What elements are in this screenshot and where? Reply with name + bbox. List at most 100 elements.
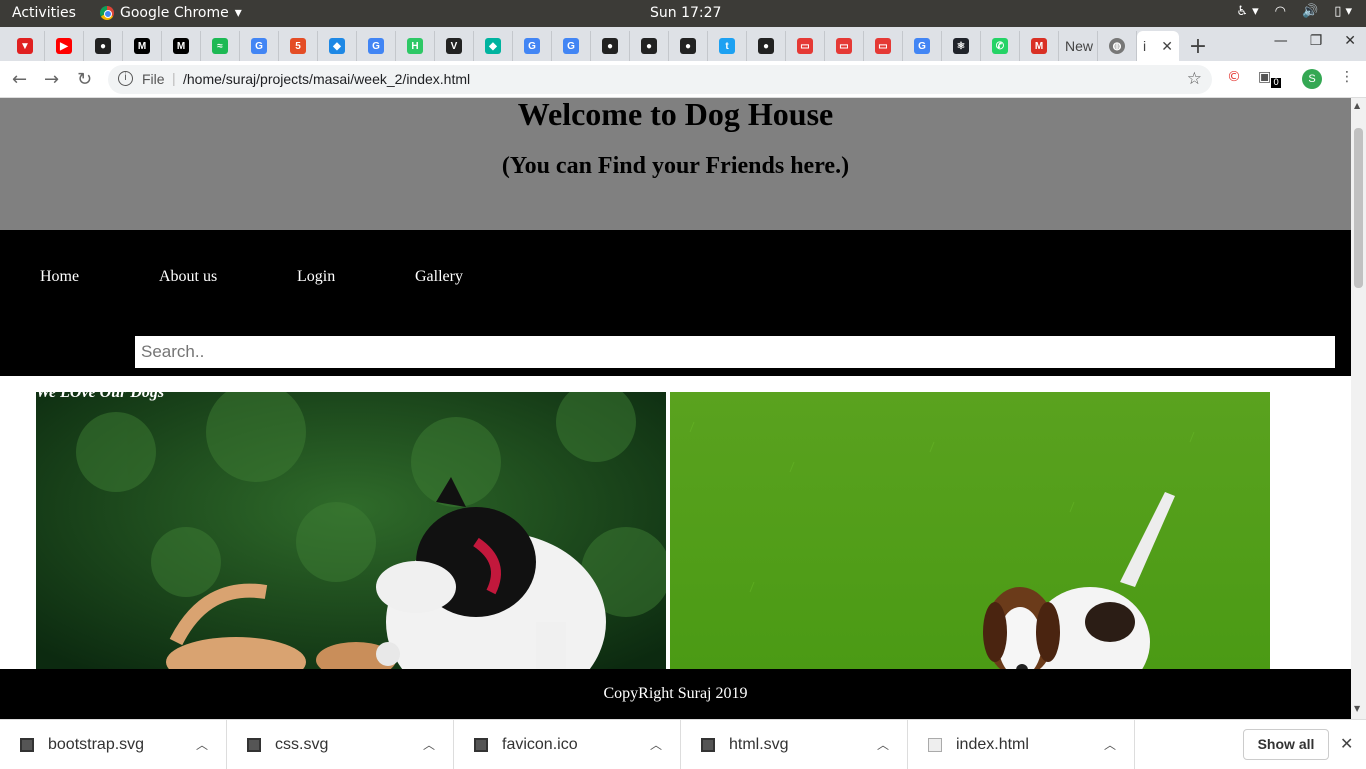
- active-tab-label: i: [1143, 38, 1147, 54]
- address-bar[interactable]: i File | /home/suraj/projects/masai/week…: [108, 65, 1212, 94]
- nav-about-us[interactable]: About us: [159, 268, 297, 286]
- forward-arrow-icon[interactable]: →: [44, 69, 59, 90]
- browser-tab[interactable]: H: [396, 31, 435, 61]
- github-icon: ●: [602, 38, 618, 54]
- menu-kebab-icon[interactable]: ⋮: [1340, 69, 1354, 85]
- nav-home[interactable]: Home: [40, 268, 159, 286]
- back-arrow-icon[interactable]: ←: [12, 69, 27, 90]
- url-text[interactable]: /home/suraj/projects/masai/week_2/index.…: [183, 71, 470, 87]
- dog-photo-1-image: [36, 392, 666, 682]
- page-scrollbar[interactable]: ▲ ▼: [1351, 98, 1366, 719]
- grammarly-icon[interactable]: ©: [1227, 69, 1241, 85]
- browser-tab[interactable]: ◆: [474, 31, 513, 61]
- browser-tab[interactable]: 5: [279, 31, 318, 61]
- close-icon[interactable]: ✕: [1344, 33, 1356, 49]
- new-tab-button[interactable]: +: [1179, 31, 1217, 61]
- system-tray[interactable]: ♿ ▾ ◠ 🔊 ▯ ▾: [1236, 4, 1352, 19]
- scroll-up-icon[interactable]: ▲: [1354, 101, 1360, 110]
- youtube-icon: ▶: [56, 38, 72, 54]
- browser-tab[interactable]: G: [513, 31, 552, 61]
- scroll-down-icon[interactable]: ▼: [1354, 704, 1360, 713]
- vue-icon: V: [446, 38, 462, 54]
- browser-tab[interactable]: G: [903, 31, 942, 61]
- restore-icon[interactable]: ❐: [1310, 33, 1323, 49]
- battery-icon[interactable]: ▯ ▾: [1334, 4, 1352, 19]
- clock[interactable]: Sun 17:27: [650, 5, 721, 21]
- download-item[interactable]: bootstrap.svg ︿: [0, 720, 227, 769]
- download-filename: index.html: [956, 735, 1029, 753]
- info-icon[interactable]: i: [118, 71, 133, 86]
- download-item[interactable]: index.html ︿: [908, 720, 1135, 769]
- chevron-up-icon[interactable]: ︿: [196, 736, 208, 753]
- avatar[interactable]: S: [1302, 69, 1322, 89]
- close-tab-icon[interactable]: ✕: [1161, 38, 1173, 55]
- search-input[interactable]: [135, 336, 1335, 368]
- app-menu[interactable]: Google Chrome ▾: [100, 5, 242, 21]
- scrollbar-thumb[interactable]: [1354, 128, 1363, 288]
- medium-icon: M: [134, 38, 150, 54]
- browser-tab[interactable]: New: [1059, 31, 1098, 61]
- download-filename: bootstrap.svg: [48, 735, 145, 753]
- file-icon: [474, 737, 488, 752]
- reload-icon[interactable]: ↻: [77, 69, 92, 90]
- browser-tab[interactable]: ▭: [786, 31, 825, 61]
- star-icon[interactable]: ☆: [1187, 69, 1202, 89]
- system-top-bar: Activities Google Chrome ▾ Sun 17:27 ♿ ▾…: [0, 0, 1366, 27]
- browser-tab[interactable]: G: [552, 31, 591, 61]
- download-filename: css.svg: [275, 735, 329, 753]
- file-scheme-label: File: [142, 71, 165, 87]
- youtube-thumb-icon: ▭: [797, 38, 813, 54]
- browser-tab[interactable]: ▭: [825, 31, 864, 61]
- browser-tab[interactable]: ▭: [864, 31, 903, 61]
- browser-tab[interactable]: ●: [747, 31, 786, 61]
- browser-tab[interactable]: ≈: [201, 31, 240, 61]
- browser-tab[interactable]: ◍: [1098, 31, 1137, 61]
- chevron-up-icon[interactable]: ︿: [1104, 736, 1116, 753]
- browser-tab[interactable]: G: [357, 31, 396, 61]
- file-icon: [701, 737, 715, 752]
- download-item[interactable]: css.svg ︿: [227, 720, 454, 769]
- browser-tab[interactable]: ●: [669, 31, 708, 61]
- twitter-icon: t: [719, 38, 735, 54]
- youtube-thumb-icon: ▭: [875, 38, 891, 54]
- volume-icon[interactable]: 🔊: [1302, 4, 1318, 19]
- file-icon: [20, 737, 34, 752]
- chevron-up-icon[interactable]: ︿: [423, 736, 435, 753]
- tab-list: ▼ ▶ ● M M ≈ G 5 ◆ G H V ◆ G G ● ● ● t ● ▭ ▭ ▭ G ⚛ ✆ M New ◍ i ✕ +: [6, 31, 1217, 61]
- gallery-caption: We LOve Our Dogs: [36, 392, 165, 401]
- browser-tab[interactable]: G: [240, 31, 279, 61]
- browser-tab[interactable]: ●: [630, 31, 669, 61]
- activities-button[interactable]: Activities: [12, 5, 76, 21]
- browser-tab[interactable]: M: [123, 31, 162, 61]
- show-all-button[interactable]: Show all: [1243, 729, 1329, 760]
- browser-tab[interactable]: ⚛: [942, 31, 981, 61]
- active-tab[interactable]: i ✕: [1137, 31, 1179, 61]
- browser-tab[interactable]: ●: [591, 31, 630, 61]
- minimize-icon[interactable]: —: [1274, 33, 1288, 49]
- globe-icon: ◍: [1109, 38, 1125, 54]
- browser-tab[interactable]: ●: [84, 31, 123, 61]
- close-icon[interactable]: ✕: [1340, 734, 1353, 754]
- download-item[interactable]: favicon.ico ︿: [454, 720, 681, 769]
- browser-tab[interactable]: M: [1020, 31, 1059, 61]
- browser-tab[interactable]: ◆: [318, 31, 357, 61]
- chevron-up-icon[interactable]: ︿: [650, 736, 662, 753]
- download-item[interactable]: html.svg ︿: [681, 720, 908, 769]
- wifi-icon[interactable]: ◠: [1275, 4, 1286, 19]
- chevron-up-icon[interactable]: ︿: [877, 736, 889, 753]
- nav-login[interactable]: Login: [297, 268, 415, 286]
- browser-tab[interactable]: V: [435, 31, 474, 61]
- browser-tab[interactable]: t: [708, 31, 747, 61]
- github-icon: ●: [641, 38, 657, 54]
- google-icon: G: [914, 38, 930, 54]
- browser-tab[interactable]: ✆: [981, 31, 1020, 61]
- extension-icon[interactable]: ▣ 0: [1258, 69, 1281, 88]
- page-subtitle: (You can Find your Friends here.): [501, 153, 850, 179]
- browser-tab[interactable]: ▶: [45, 31, 84, 61]
- browser-tab[interactable]: M: [162, 31, 201, 61]
- medium-icon: M: [173, 38, 189, 54]
- nav-gallery[interactable]: Gallery: [415, 268, 495, 286]
- accessibility-icon[interactable]: ♿ ▾: [1236, 4, 1258, 19]
- file-icon: [247, 737, 261, 752]
- browser-tab[interactable]: ▼: [6, 31, 45, 61]
